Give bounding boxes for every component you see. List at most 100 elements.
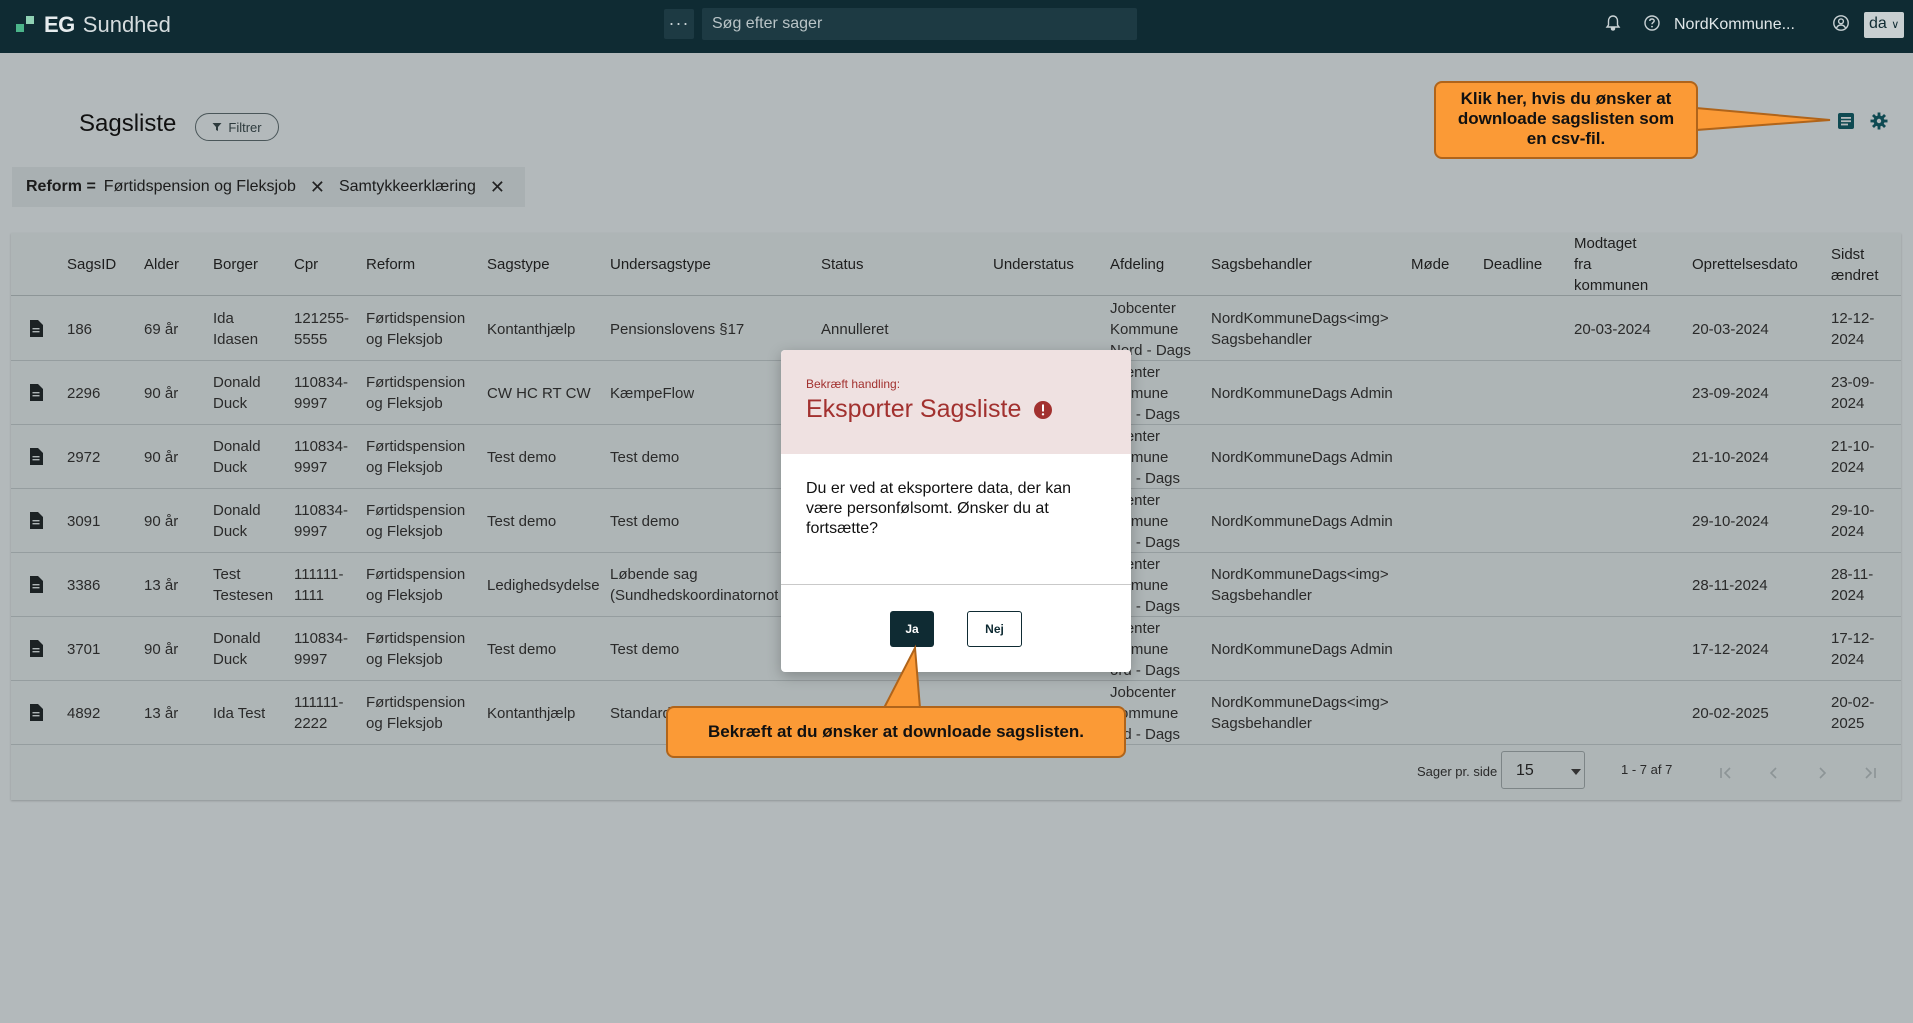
document-icon[interactable] xyxy=(29,512,43,529)
remove-reform-filter-icon[interactable]: ✕ xyxy=(310,177,325,198)
cell-cpr: 110834- 9997 xyxy=(294,374,348,412)
confirm-yes-button[interactable]: Ja xyxy=(890,611,934,647)
document-icon[interactable] xyxy=(29,320,43,337)
cell-sub-case-type: Standard xyxy=(610,704,671,722)
chevron-down-icon: ∨ xyxy=(1891,19,1900,31)
bell-icon[interactable] xyxy=(1604,14,1622,32)
cell-case-type: Ledighedsydelse xyxy=(487,576,600,594)
gear-icon[interactable] xyxy=(1869,111,1889,131)
cell-last-changed: 12-12- 2024 xyxy=(1831,310,1875,348)
dialog-title-row: Eksporter Sagsliste xyxy=(806,395,1053,424)
cell-citizen: Ida Test xyxy=(213,704,266,722)
cell-age: 90 år xyxy=(144,640,179,658)
active-filter-bar: Reform = Førtidspension og Fleksjob ✕ Sa… xyxy=(12,167,526,207)
cell-cpr: 110834- 9997 xyxy=(294,630,348,668)
cell-case-type: Kontanthjælp xyxy=(487,704,576,722)
logo-eg: EG xyxy=(44,12,75,37)
column-header-received[interactable]: Modtaget fra kommunen xyxy=(1574,233,1648,296)
confirm-export-dialog: Bekræft handling: Eksporter Sagsliste Du… xyxy=(781,350,1131,672)
organisation-name[interactable]: NordKommune... xyxy=(1674,16,1795,34)
logo-mark-icon xyxy=(16,15,36,35)
dialog-message: Du er ved at eksportere data, der kan væ… xyxy=(806,480,1072,537)
cell-created: 28-11-2024 xyxy=(1692,576,1768,594)
document-icon[interactable] xyxy=(29,448,43,465)
cell-created: 29-10-2024 xyxy=(1692,512,1769,530)
cell-age: 13 år xyxy=(144,704,179,722)
cell-created: 17-12-2024 xyxy=(1692,640,1769,658)
column-header-cpr[interactable]: Cpr xyxy=(294,233,318,296)
language-value: da xyxy=(1869,15,1887,32)
cell-reform: Førtidspension og Fleksjob xyxy=(366,502,466,540)
cell-case-type: Test demo xyxy=(487,448,557,466)
app-logo[interactable]: EG Sundhed xyxy=(16,12,171,38)
cell-age: 90 år xyxy=(144,448,179,466)
cell-case-handler: NordKommuneDags<img> Sagsbehandler xyxy=(1211,310,1389,348)
column-header-deadline[interactable]: Deadline xyxy=(1483,233,1542,296)
cell-citizen: Donald Duck xyxy=(213,630,261,668)
csv-help-callout: Klik her, hvis du ønsker at downloade sa… xyxy=(1434,81,1698,159)
column-header-sub-status[interactable]: Understatus xyxy=(993,233,1074,296)
cell-received: 20-03-2024 xyxy=(1574,320,1651,338)
column-header-sub-case-type[interactable]: Undersagstype xyxy=(610,233,711,296)
cell-case-handler: NordKommuneDags<img> Sagsbehandler xyxy=(1211,566,1389,604)
cell-reform: Førtidspension og Fleksjob xyxy=(366,566,466,604)
column-header-case-handler[interactable]: Sagsbehandler xyxy=(1211,233,1312,296)
document-icon[interactable] xyxy=(29,384,43,401)
previous-page-icon[interactable] xyxy=(1765,764,1783,782)
cell-case-id: 2972 xyxy=(67,448,101,466)
first-page-icon[interactable] xyxy=(1717,764,1735,782)
cell-citizen: Donald Duck xyxy=(213,502,261,540)
column-header-created[interactable]: Oprettelsesdato xyxy=(1692,233,1798,296)
dialog-header: Bekræft handling: Eksporter Sagsliste xyxy=(781,350,1131,454)
cell-sub-case-type: Test demo xyxy=(610,448,680,466)
next-page-icon[interactable] xyxy=(1813,764,1831,782)
filter-chip-key: Reform = xyxy=(26,178,96,195)
more-menu-button[interactable]: ··· xyxy=(664,9,694,39)
language-select[interactable]: da ∨ xyxy=(1864,12,1904,38)
cell-sub-case-type: KæmpeFlow xyxy=(610,384,695,402)
cell-case-type: Kontanthjælp xyxy=(487,320,576,338)
cell-sub-case-type: Test demo xyxy=(610,640,680,658)
confirm-no-button[interactable]: Nej xyxy=(967,611,1022,647)
column-header-case-type[interactable]: Sagstype xyxy=(487,233,550,296)
cell-last-changed: 29-10- 2024 xyxy=(1831,502,1875,540)
column-header-reform[interactable]: Reform xyxy=(366,233,415,296)
cell-citizen: Ida Idasen xyxy=(213,310,259,348)
logo-text: Sundhed xyxy=(82,12,171,37)
cell-last-changed: 21-10- 2024 xyxy=(1831,438,1875,476)
cell-case-id: 2296 xyxy=(67,384,101,402)
cell-case-id: 3701 xyxy=(67,640,101,658)
cell-reform: Førtidspension og Fleksjob xyxy=(366,310,466,348)
table-header: SagsID Alder Borger Cpr Reform Sagstype Unders… xyxy=(11,233,1901,296)
remove-consent-filter-icon[interactable]: ✕ xyxy=(490,177,505,198)
cell-case-id: 3386 xyxy=(67,576,101,594)
search-box[interactable] xyxy=(702,8,1137,40)
cell-case-id: 3091 xyxy=(67,512,101,530)
cell-citizen: Donald Duck xyxy=(213,374,261,412)
last-page-icon[interactable] xyxy=(1861,764,1879,782)
column-header-department[interactable]: Afdeling xyxy=(1110,233,1164,296)
column-header-age[interactable]: Alder xyxy=(144,233,179,296)
column-header-case-id[interactable]: SagsID xyxy=(67,233,116,296)
column-header-last-changed[interactable]: Sidst ændret xyxy=(1831,233,1879,296)
document-icon[interactable] xyxy=(29,704,43,721)
user-account-icon[interactable] xyxy=(1832,14,1850,32)
column-header-citizen[interactable]: Borger xyxy=(213,233,258,296)
search-input[interactable] xyxy=(712,15,1127,33)
cell-last-changed: 28-11- 2024 xyxy=(1831,566,1874,604)
document-icon[interactable] xyxy=(29,576,43,593)
cell-cpr: 110834- 9997 xyxy=(294,438,348,476)
cell-case-id: 186 xyxy=(67,320,93,338)
cell-created: 23-09-2024 xyxy=(1692,384,1769,402)
filter-button[interactable]: Filtrer xyxy=(195,113,279,141)
document-icon[interactable] xyxy=(29,640,43,657)
help-icon[interactable] xyxy=(1643,14,1661,32)
cell-citizen: Donald Duck xyxy=(213,438,261,476)
csv-callout-pointer xyxy=(1695,106,1831,132)
csv-export-icon[interactable] xyxy=(1836,111,1856,131)
filter-icon xyxy=(212,123,222,131)
column-header-meeting[interactable]: Møde xyxy=(1411,233,1449,296)
cell-created: 21-10-2024 xyxy=(1692,448,1769,466)
column-header-status[interactable]: Status xyxy=(821,233,864,296)
caret-down-icon xyxy=(1571,769,1581,775)
